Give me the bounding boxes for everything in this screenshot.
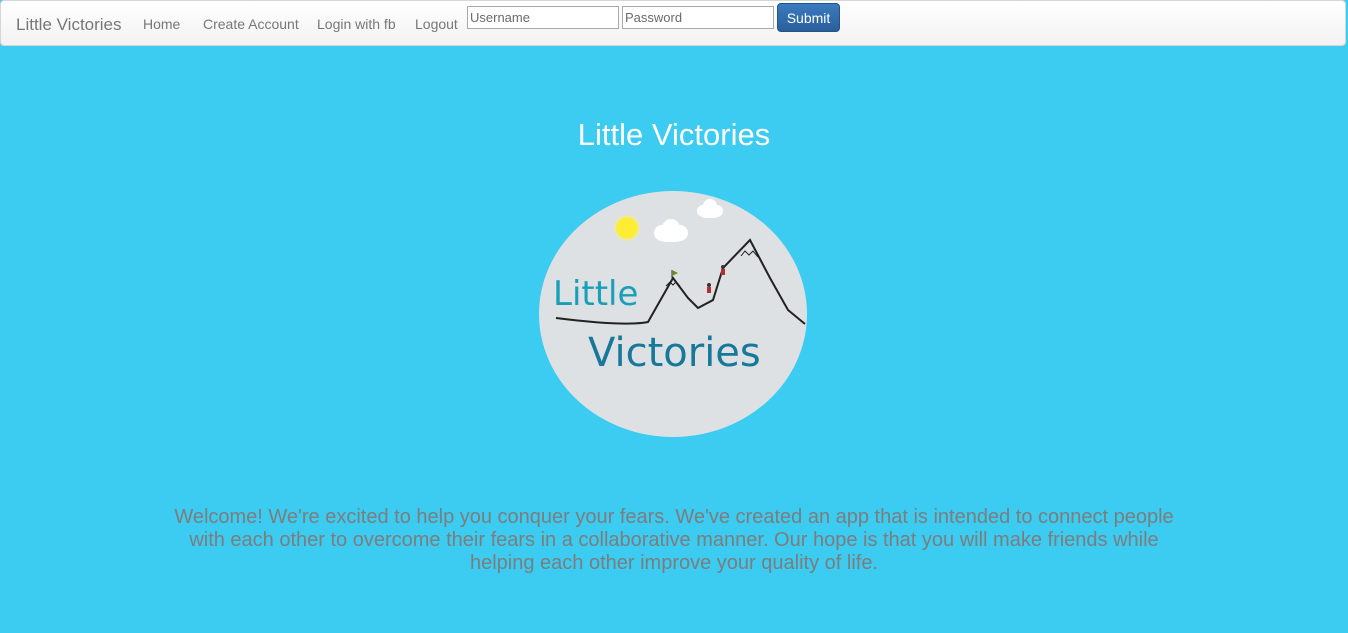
page-title: Little Victories	[577, 117, 771, 152]
submit-button[interactable]: Submit	[777, 3, 840, 32]
welcome-message: Welcome! We're excited to help you conqu…	[174, 506, 1174, 574]
nav-login-fb-link[interactable]: Login with fb	[317, 16, 396, 32]
nav-home-link[interactable]: Home	[143, 16, 180, 32]
climber-icon	[721, 265, 725, 275]
nav-logout-link[interactable]: Logout	[415, 16, 458, 32]
climber-icon	[707, 283, 711, 293]
password-input[interactable]	[622, 6, 774, 29]
little-victories-logo: Little Victories	[539, 191, 807, 437]
nav-create-account-link[interactable]: Create Account	[203, 16, 299, 32]
brand-link[interactable]: Little Victories	[16, 15, 122, 35]
logo-word-little: Little	[553, 274, 638, 314]
logo-word-victories: Victories	[588, 330, 761, 376]
username-input[interactable]	[467, 6, 619, 29]
navbar: Little Victories Home Create Account Log…	[0, 0, 1346, 46]
